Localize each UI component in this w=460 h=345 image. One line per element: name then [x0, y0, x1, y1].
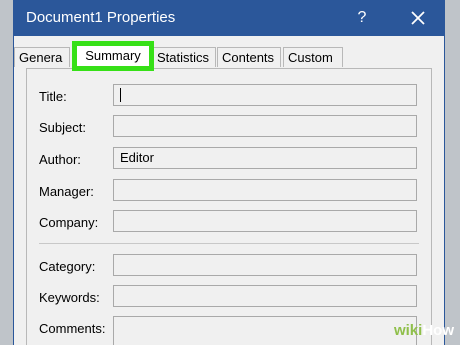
tab-general[interactable]: Genera: [14, 47, 70, 67]
tab-custom[interactable]: Custom: [283, 47, 343, 67]
author-label: Author:: [39, 152, 81, 167]
title-row: Title:: [27, 84, 431, 110]
company-field[interactable]: [113, 210, 417, 232]
text-cursor: [120, 88, 121, 102]
comments-field[interactable]: [113, 316, 417, 345]
category-row: Category:: [27, 254, 431, 280]
properties-dialog: Document1 Properties ? Genera Statistics…: [13, 0, 445, 345]
manager-field[interactable]: [113, 179, 417, 201]
company-row: Company:: [27, 210, 431, 236]
section-divider: [39, 243, 419, 244]
comments-label: Comments:: [39, 321, 106, 336]
tab-strip: Genera Statistics Contents Custom Summar…: [14, 36, 444, 71]
keywords-field[interactable]: [113, 285, 417, 307]
title-label: Title:: [39, 89, 67, 104]
company-label: Company:: [39, 215, 99, 230]
author-field[interactable]: Editor: [113, 147, 417, 169]
category-field[interactable]: [113, 254, 417, 276]
manager-row: Manager:: [27, 179, 431, 205]
subject-field[interactable]: [113, 115, 417, 137]
title-bar[interactable]: Document1 Properties ?: [14, 0, 444, 36]
tab-contents[interactable]: Contents: [217, 47, 281, 67]
comments-row: Comments:: [27, 316, 431, 345]
close-button[interactable]: [404, 5, 432, 31]
close-icon: [411, 11, 425, 25]
watermark-wiki: wiki: [393, 322, 423, 339]
tab-summary[interactable]: Summary: [72, 41, 154, 71]
window-title: Document1 Properties: [26, 9, 176, 26]
summary-panel: Title: Subject: Author: Editor Manager: …: [26, 68, 432, 345]
help-button[interactable]: ?: [350, 7, 374, 29]
keywords-row: Keywords:: [27, 285, 431, 311]
wikihow-watermark: wikiHow: [394, 322, 454, 339]
manager-label: Manager:: [39, 184, 94, 199]
title-field[interactable]: [113, 84, 417, 106]
keywords-label: Keywords:: [39, 290, 100, 305]
subject-label: Subject:: [39, 120, 86, 135]
author-row: Author: Editor: [27, 147, 431, 173]
watermark-how: How: [422, 322, 454, 339]
tab-statistics[interactable]: Statistics: [152, 47, 216, 67]
subject-row: Subject:: [27, 115, 431, 141]
category-label: Category:: [39, 259, 96, 274]
